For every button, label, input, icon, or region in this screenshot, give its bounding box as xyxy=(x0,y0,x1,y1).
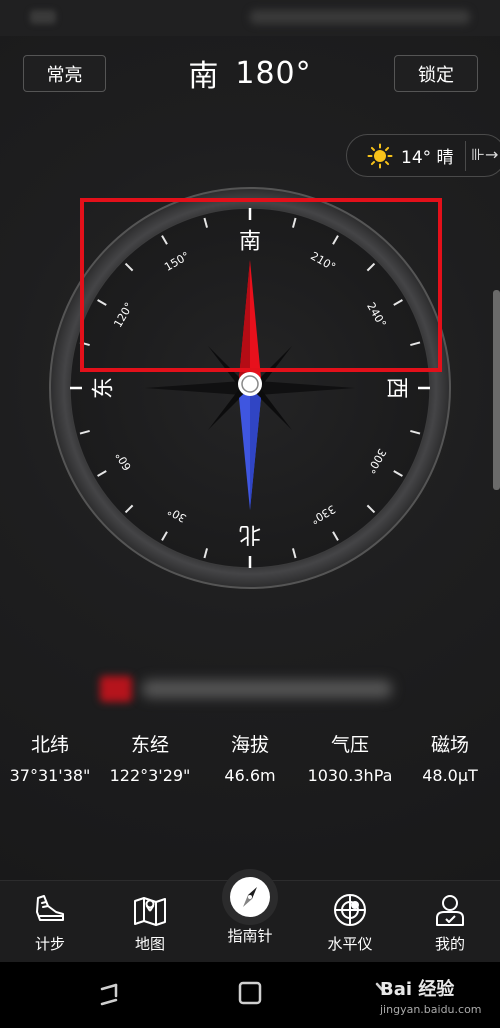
info-label: 北纬 xyxy=(30,734,69,756)
blurred-address-text xyxy=(142,680,392,698)
weather-divider xyxy=(465,141,466,171)
info-magnetic: 磁场 48.0μT xyxy=(400,730,500,800)
bottom-tab-bar: 计步 地图 指南针 水平仪 我的 xyxy=(0,869,500,962)
info-pressure: 气压 1030.3hPa xyxy=(300,730,400,800)
tab-compass[interactable]: 指南针 xyxy=(200,869,300,962)
tab-level[interactable]: 水平仪 xyxy=(300,881,400,962)
status-bar-blurred-right xyxy=(250,10,470,24)
heading-direction: 南 xyxy=(188,59,220,94)
watermark-url: jingyan.baidu.com xyxy=(380,1003,482,1016)
baidu-watermark: Bai 经验 jingyan.baidu.com xyxy=(380,975,495,1023)
needle-pivot-inner xyxy=(241,375,259,393)
keep-screen-on-button[interactable]: 常亮 xyxy=(23,55,106,92)
info-latitude: 北纬 37°31'38" xyxy=(0,730,100,800)
weather-text: 14° 晴 xyxy=(401,148,454,168)
level-icon xyxy=(330,891,370,929)
shoe-icon xyxy=(30,891,70,929)
info-longitude: 东经 122°3'29" xyxy=(100,730,200,800)
tab-label: 地图 xyxy=(134,935,165,953)
user-icon xyxy=(430,891,470,929)
tab-pedometer[interactable]: 计步 xyxy=(0,881,100,962)
info-value: 1030.3hPa xyxy=(307,766,393,785)
side-drawer-handle[interactable] xyxy=(493,290,500,490)
info-label: 东经 xyxy=(130,734,169,756)
info-label: 气压 xyxy=(330,734,369,756)
info-value: 48.0μT xyxy=(422,766,478,785)
home-icon[interactable] xyxy=(237,980,263,1010)
tab-map[interactable]: 地图 xyxy=(100,881,200,962)
weather-pill[interactable]: 14° 晴 ⊪→ xyxy=(346,134,500,177)
compass-label-east: 东 xyxy=(92,377,117,399)
sun-icon xyxy=(367,143,393,169)
info-value: 37°31'38" xyxy=(9,766,91,785)
sensor-info-row: 北纬 37°31'38" 东经 122°3'29" 海拔 46.6m 气压 10… xyxy=(0,730,500,800)
recent-apps-icon[interactable] xyxy=(98,980,122,1012)
status-bar-blurred-left xyxy=(30,10,56,24)
blurred-location-icon xyxy=(100,676,132,702)
lock-button[interactable]: 锁定 xyxy=(394,55,478,92)
tab-profile[interactable]: 我的 xyxy=(400,881,500,962)
compass-label-north: 北 xyxy=(239,522,261,547)
status-bar xyxy=(0,0,500,36)
blurred-address xyxy=(100,674,400,704)
watermark-brand: Bai 经验 xyxy=(380,979,455,1000)
info-label: 海拔 xyxy=(230,734,269,756)
compass-icon xyxy=(222,869,278,925)
tab-label: 水平仪 xyxy=(327,935,373,953)
map-icon xyxy=(130,891,170,929)
heading-readout: 南 180° xyxy=(150,50,350,96)
compass-label-west: 西 xyxy=(384,377,409,399)
expand-icon[interactable]: ⊪→ xyxy=(471,145,498,164)
heading-degrees: 180° xyxy=(235,55,312,91)
info-value: 122°3'29" xyxy=(109,766,191,785)
tab-label: 我的 xyxy=(434,935,465,953)
info-altitude: 海拔 46.6m xyxy=(200,730,300,800)
highlight-box xyxy=(80,198,442,372)
info-label: 磁场 xyxy=(430,734,469,756)
info-value: 46.6m xyxy=(224,766,276,785)
tab-label: 计步 xyxy=(34,935,65,953)
tab-label: 指南针 xyxy=(227,927,273,945)
